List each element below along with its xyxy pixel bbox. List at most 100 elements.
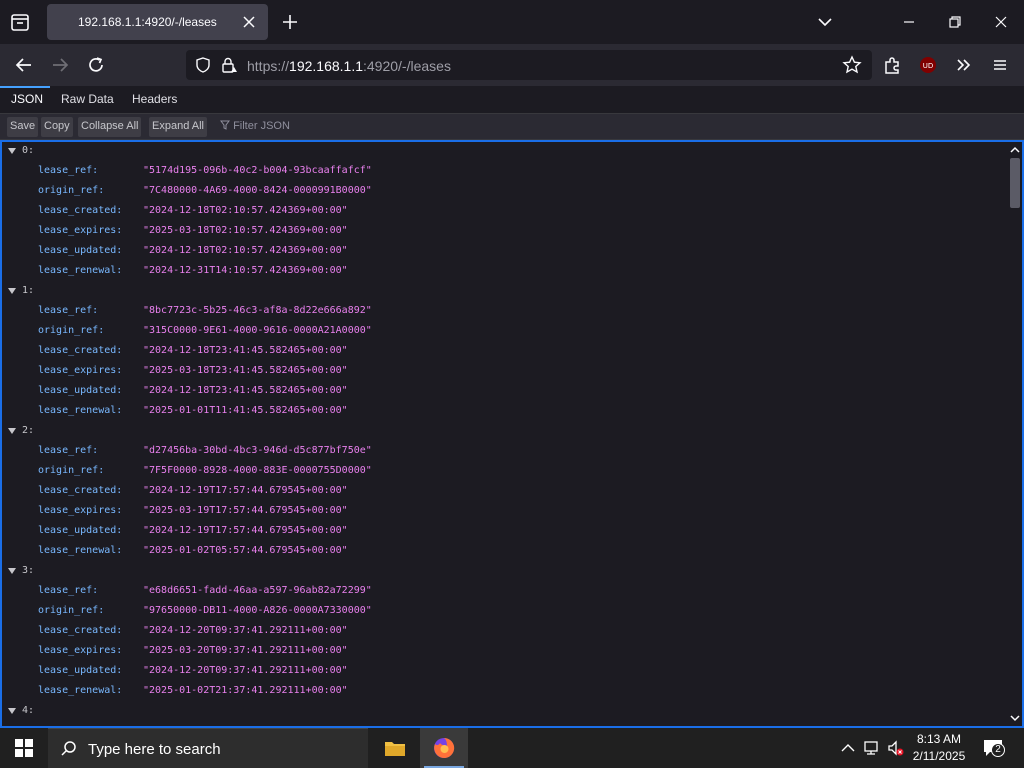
json-string-value: "8bc7723c-5b25-46c3-af8a-8d22e666a892": [143, 305, 372, 316]
expand-arrow-icon[interactable]: [7, 426, 17, 436]
system-clock[interactable]: 8:13 AM 2/11/2025: [904, 731, 974, 765]
extensions-icon[interactable]: [880, 53, 904, 77]
expand-arrow-icon[interactable]: [7, 566, 17, 576]
svg-text:UD: UD: [923, 62, 934, 70]
lease-index-row[interactable]: 3:: [2, 562, 1002, 582]
json-field-row[interactable]: lease_renewal: "2025-01-01T11:41:45.58246…: [2, 402, 1002, 422]
tab-list-icon[interactable]: [8, 10, 32, 34]
json-field-row[interactable]: lease_expires: "2025-03-20T09:37:41.29211…: [2, 642, 1002, 662]
menu-icon[interactable]: [988, 53, 1012, 77]
scroll-up-icon[interactable]: [1009, 144, 1021, 156]
json-string-value: "e68d6651-fadd-46aa-a597-96ab82a72299": [143, 585, 372, 596]
minimize-icon[interactable]: [897, 10, 921, 34]
json-field-row[interactable]: lease_created: "2024-12-20T09:37:41.29211…: [2, 622, 1002, 642]
json-string-value: "2025-03-18T23:41:45.582465+00:00": [143, 365, 348, 376]
json-key: lease_updated:: [38, 385, 123, 396]
lease-index: 0:: [22, 145, 35, 156]
tab-json[interactable]: JSON: [11, 92, 43, 106]
json-key: lease_created:: [38, 345, 123, 356]
filter-json-input[interactable]: Filter JSON: [220, 120, 290, 132]
json-string-value: "7C480000-4A69-4000-8424-0000991B0000": [143, 185, 372, 196]
file-explorer-app[interactable]: [371, 728, 419, 768]
close-tab-icon[interactable]: [240, 13, 258, 31]
collapse-all-button[interactable]: Collapse All: [78, 117, 142, 137]
reload-icon[interactable]: [84, 53, 108, 77]
json-field-row[interactable]: lease_ref: "5174d195-096b-40c2-b004-93bca…: [2, 162, 1002, 182]
json-field-row[interactable]: lease_created: "2024-12-18T02:10:57.42436…: [2, 202, 1002, 222]
json-field-row[interactable]: lease_ref: "e68d6651-fadd-46aa-a597-96ab8…: [2, 582, 1002, 602]
json-field-row[interactable]: lease_updated: "2024-12-18T23:41:45.58246…: [2, 382, 1002, 402]
json-field-row[interactable]: lease_updated: "2024-12-18T02:10:57.42436…: [2, 242, 1002, 262]
lease-index: 3:: [22, 565, 35, 576]
json-field-row[interactable]: lease_updated: "2024-12-20T09:37:41.29211…: [2, 662, 1002, 682]
new-tab-icon[interactable]: [278, 10, 302, 34]
lease-index-row[interactable]: 0:: [2, 142, 1002, 162]
lease-index-row[interactable]: 4:: [2, 702, 1002, 722]
copy-button[interactable]: Copy: [41, 117, 73, 137]
network-icon[interactable]: [862, 738, 882, 758]
json-field-row[interactable]: origin_ref: "7F5F0000-8928-4000-883E-0000…: [2, 462, 1002, 482]
expand-arrow-icon[interactable]: [7, 706, 17, 716]
lease-index: 4:: [22, 705, 35, 716]
json-key: lease_updated:: [38, 665, 123, 676]
json-tree-panel[interactable]: 0: lease_ref: "5174d195-096b-40c2-b004-93b…: [0, 140, 1024, 728]
json-key: origin_ref:: [38, 185, 105, 196]
windows-start-icon[interactable]: [14, 738, 34, 758]
chevron-up-icon[interactable]: [838, 738, 858, 758]
expand-arrow-icon[interactable]: [7, 146, 17, 156]
json-field-row[interactable]: lease_expires: "2025-03-18T02:10:57.42436…: [2, 222, 1002, 242]
json-field-row[interactable]: lease_expires: "2025-03-19T17:57:44.67954…: [2, 502, 1002, 522]
scrollbar-thumb[interactable]: [1010, 158, 1020, 208]
json-field-row[interactable]: lease_renewal: "2024-12-31T14:10:57.42436…: [2, 262, 1002, 282]
shield-icon[interactable]: [194, 56, 212, 74]
close-window-icon[interactable]: [989, 10, 1013, 34]
expand-arrow-icon[interactable]: [7, 286, 17, 296]
firefox-app[interactable]: [420, 728, 468, 768]
json-field-row[interactable]: lease_created: "2024-12-19T17:57:44.67954…: [2, 482, 1002, 502]
json-string-value: "2025-03-18T02:10:57.424369+00:00": [143, 225, 348, 236]
lease-index-row[interactable]: 1:: [2, 282, 1002, 302]
tab-raw-data[interactable]: Raw Data: [61, 92, 114, 106]
json-field-row[interactable]: lease_renewal: "2025-01-02T21:37:41.29211…: [2, 682, 1002, 702]
json-key: lease_renewal:: [38, 405, 123, 416]
taskbar-search-box[interactable]: Type here to search: [48, 728, 368, 768]
chevron-down-icon[interactable]: [813, 10, 837, 34]
clock-time: 8:13 AM: [916, 732, 962, 746]
tab-headers[interactable]: Headers: [132, 92, 177, 106]
expand-all-button[interactable]: Expand All: [149, 117, 207, 137]
json-field-row[interactable]: lease_ref: "8bc7723c-5b25-46c3-af8a-8d22e…: [2, 302, 1002, 322]
more-tools-icon[interactable]: [952, 53, 976, 77]
json-string-value: "2025-03-20T09:37:41.292111+00:00": [143, 645, 348, 656]
bookmark-star-icon[interactable]: [842, 55, 862, 75]
tab-title: 192.168.1.1:4920/-/leases: [78, 15, 217, 29]
restore-icon[interactable]: [943, 10, 967, 34]
scroll-down-icon[interactable]: [1009, 712, 1021, 724]
json-field-row[interactable]: lease_created: "2024-12-18T23:41:45.58246…: [2, 342, 1002, 362]
json-key: origin_ref:: [38, 605, 105, 616]
json-key: lease_ref:: [38, 305, 99, 316]
windows-taskbar: Type here to search 8:13 AM 2/11/2025 2: [0, 728, 1024, 768]
json-field-row[interactable]: lease_updated: "2024-12-19T17:57:44.67954…: [2, 522, 1002, 542]
json-key: origin_ref:: [38, 465, 105, 476]
json-field-row[interactable]: lease_renewal: "2025-01-02T05:57:44.67954…: [2, 542, 1002, 562]
volume-muted-icon[interactable]: [886, 738, 906, 758]
forward-icon[interactable]: [48, 53, 72, 77]
back-icon[interactable]: [12, 53, 36, 77]
url-bar[interactable]: https://192.168.1.1:4920/-/leases: [186, 50, 872, 80]
json-string-value: "315C0000-9E61-4000-9616-0000A21A0000": [143, 325, 372, 336]
json-string-value: "5174d195-096b-40c2-b004-93bcaaffafcf": [143, 165, 372, 176]
json-field-row[interactable]: lease_expires: "2025-03-18T23:41:45.58246…: [2, 362, 1002, 382]
notification-center[interactable]: 2: [982, 737, 1006, 759]
ublock-icon[interactable]: UD: [916, 53, 940, 77]
lock-warning-icon[interactable]: [220, 56, 238, 74]
browser-tab[interactable]: 192.168.1.1:4920/-/leases: [47, 4, 268, 40]
json-field-row[interactable]: origin_ref: "7C480000-4A69-4000-8424-0000…: [2, 182, 1002, 202]
json-field-row[interactable]: origin_ref: "315C0000-9E61-4000-9616-0000…: [2, 322, 1002, 342]
json-key: lease_ref:: [38, 585, 99, 596]
json-string-value: "2025-01-02T05:57:44.679545+00:00": [143, 545, 348, 556]
save-button[interactable]: Save: [7, 117, 39, 137]
lease-index-row[interactable]: 2:: [2, 422, 1002, 442]
vertical-scrollbar[interactable]: [1008, 142, 1022, 726]
json-field-row[interactable]: lease_ref: "d27456ba-30bd-4bc3-946d-d5c87…: [2, 442, 1002, 462]
json-field-row[interactable]: origin_ref: "97650000-DB11-4000-A826-0000…: [2, 602, 1002, 622]
